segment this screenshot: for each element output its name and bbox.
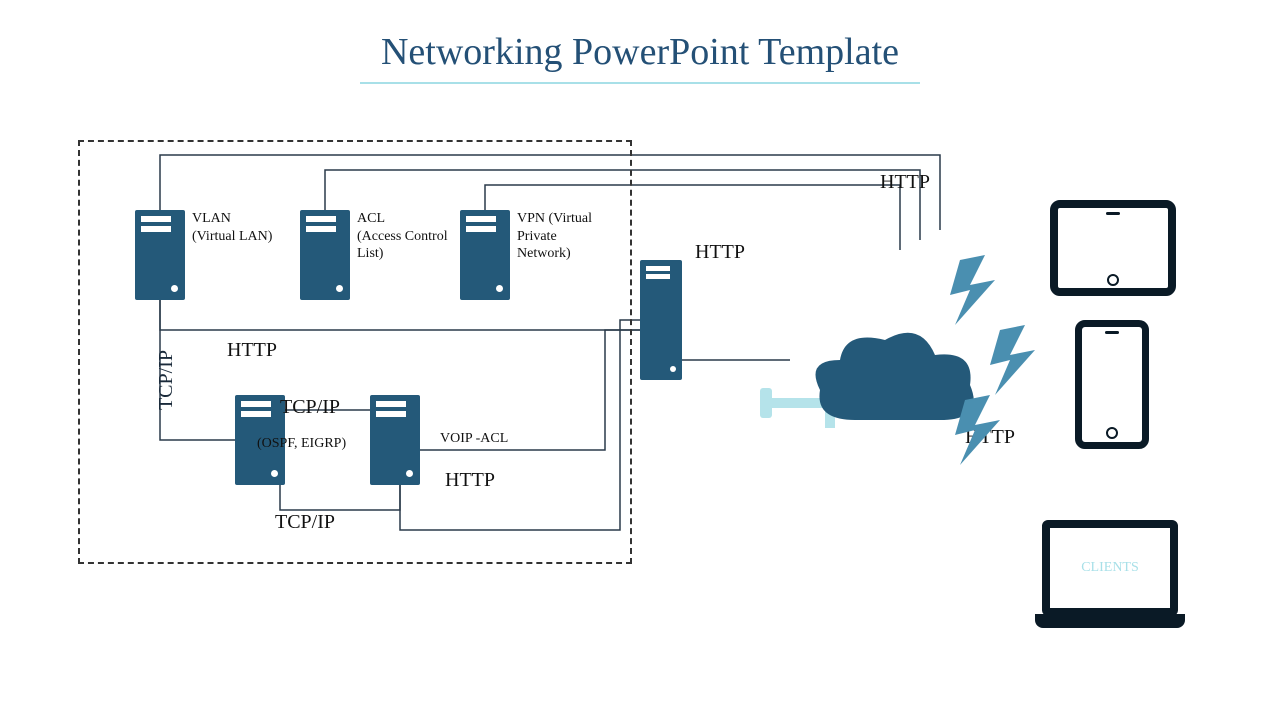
protocol-tcpip-top: TCP/IP bbox=[280, 395, 340, 420]
protocol-tcpip-vert: TCP/IP bbox=[155, 350, 178, 410]
slide-title: Networking PowerPoint Template bbox=[0, 30, 1280, 74]
signal-bolts bbox=[940, 250, 1060, 500]
protocol-tcpip-btm: TCP/IP bbox=[275, 510, 335, 535]
protocol-http-mid: HTTP bbox=[227, 338, 277, 363]
server-voip-icon bbox=[370, 395, 420, 485]
server-vlan-icon bbox=[135, 210, 185, 300]
protocol-http-right: HTTP bbox=[695, 240, 745, 265]
server-vpn-icon bbox=[460, 210, 510, 300]
server-vpn-label: VPN (Virtual Private Network) bbox=[517, 210, 627, 263]
cloud-connector-end bbox=[760, 388, 772, 418]
laptop-icon: CLIENTS bbox=[1035, 520, 1185, 628]
phone-icon bbox=[1075, 320, 1149, 449]
server-ospf-label: (OSPF, EIGRP) bbox=[257, 435, 346, 453]
tablet-icon bbox=[1050, 200, 1176, 296]
server-vlan-label: VLAN (Virtual LAN) bbox=[192, 210, 302, 245]
server-acl-label: ACL (Access Control List) bbox=[357, 210, 477, 263]
gateway-server-icon bbox=[640, 260, 682, 380]
clients-label: CLIENTS bbox=[1081, 560, 1139, 576]
title-underline bbox=[360, 82, 920, 84]
protocol-http-btm: HTTP bbox=[445, 468, 495, 493]
server-acl-icon bbox=[300, 210, 350, 300]
protocol-http-top-right: HTTP bbox=[880, 170, 930, 195]
server-voip-label: VOIP -ACL bbox=[440, 430, 508, 448]
